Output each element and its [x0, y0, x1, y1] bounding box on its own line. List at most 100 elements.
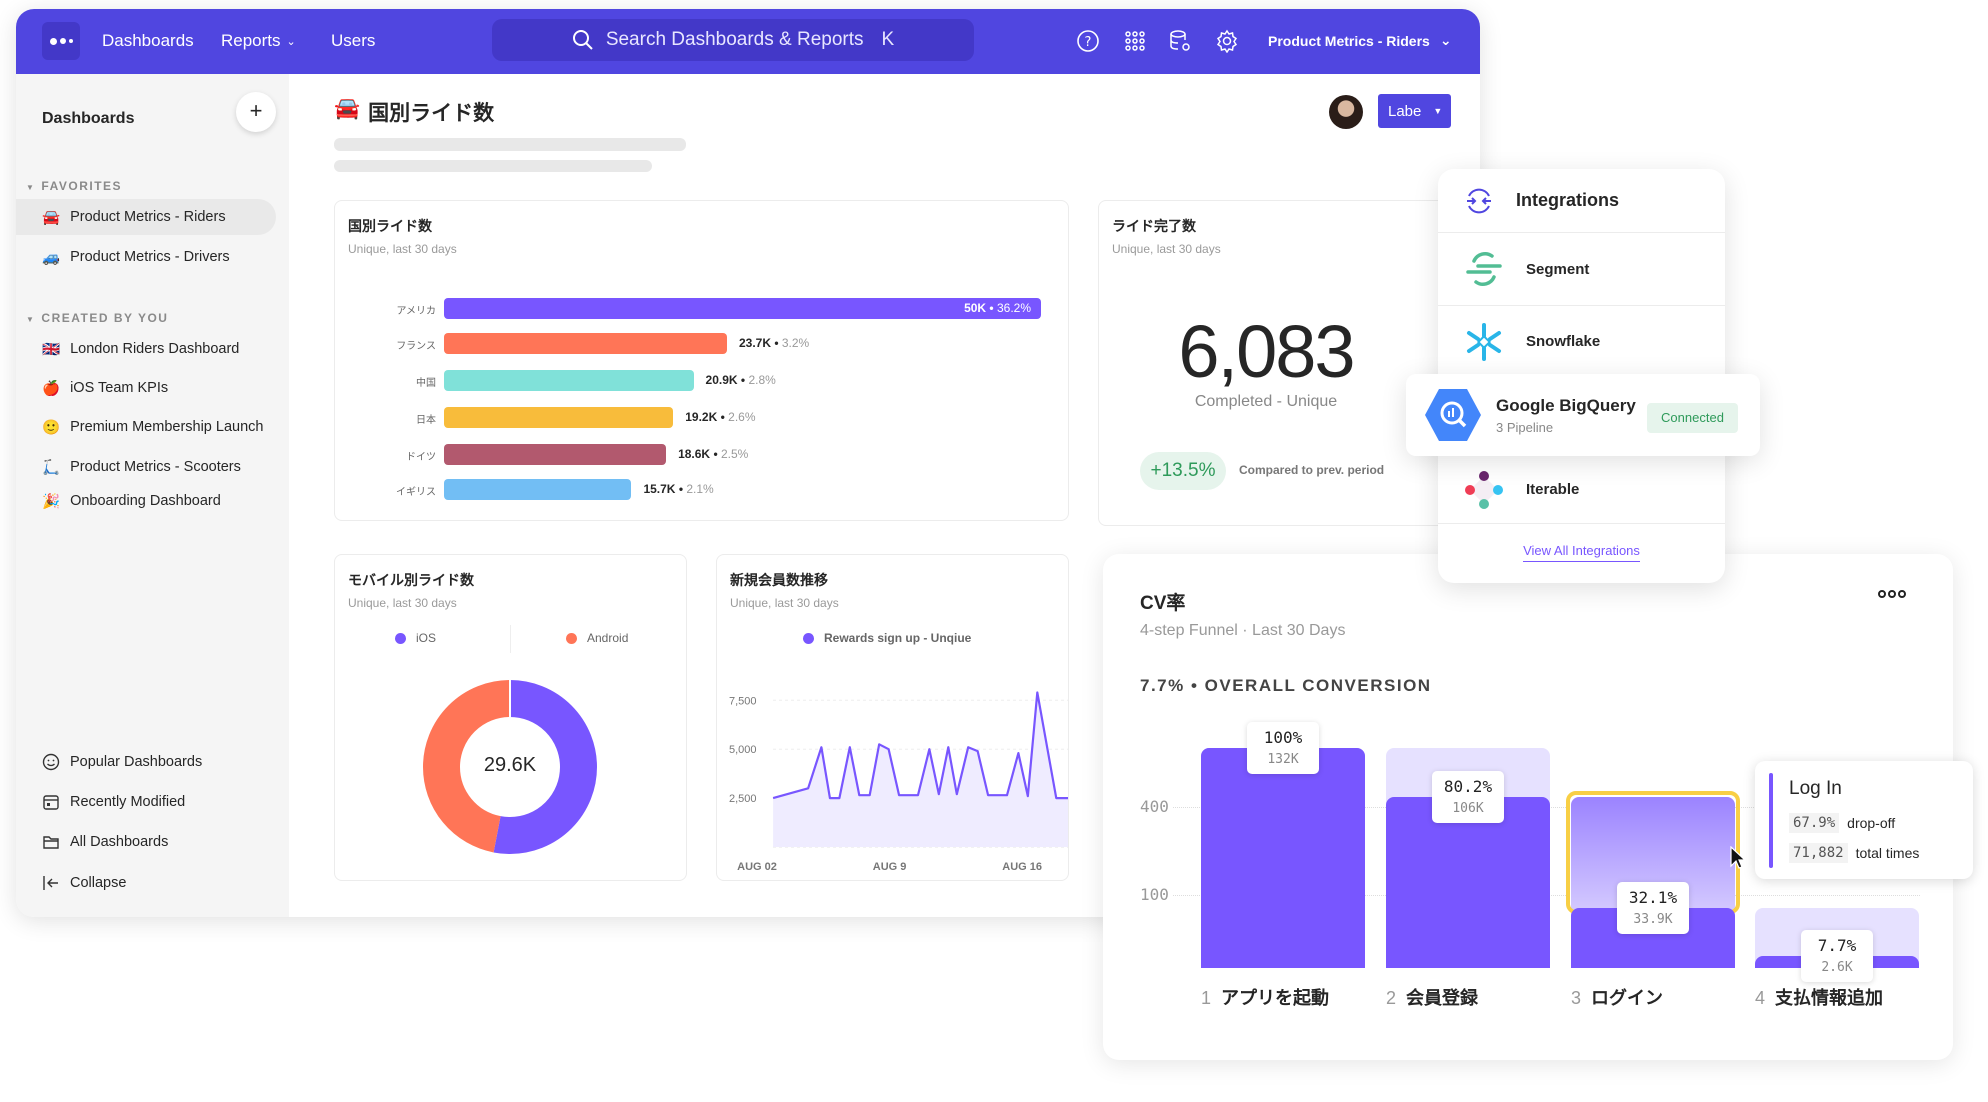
integration-name: Iterable — [1526, 481, 1580, 498]
new-members-card: 新規会員数推移 Unique, last 30 days Rewards sig… — [716, 554, 1069, 881]
kpi-caption: Completed - Unique — [1194, 393, 1338, 410]
bar-value: 50K — [964, 301, 987, 315]
project-name: Product Metrics - Riders — [1268, 32, 1430, 49]
gear-icon[interactable] — [1215, 29, 1239, 53]
integration-name: Snowflake — [1526, 333, 1601, 350]
sidebar-item-label: Premium Membership Launch — [70, 419, 264, 435]
sidebar-item-label: Product Metrics - Scooters — [70, 459, 241, 475]
step-count: 33.9K — [1633, 912, 1673, 928]
step-count: 132K — [1267, 752, 1299, 767]
sidebar-item-drivers[interactable]: 🚙 Product Metrics - Drivers — [16, 239, 276, 275]
nav-users[interactable]: Users — [331, 31, 375, 51]
label-dropdown-button[interactable]: Labe ▼ — [1378, 94, 1451, 128]
step-label: 会員登録 — [1406, 988, 1479, 1008]
scooter-icon: 🛴 — [42, 459, 61, 476]
top-nav-bar: Dashboards Reports ⌄ Users Search Dashboa… — [16, 9, 1480, 74]
sidebar-item-onboarding[interactable]: 🎉 Onboarding Dashboard — [16, 483, 276, 519]
dropoff-value: 67.9% — [1789, 813, 1840, 833]
bar-4 — [444, 444, 667, 465]
step-percent: 100% — [1263, 728, 1303, 747]
overall-conversion: 7.7% • OVERALL CONVERSION — [1140, 676, 1432, 695]
svg-text:?: ? — [1085, 35, 1092, 50]
sidebar-item-label: London Riders Dashboard — [70, 341, 240, 357]
avatar[interactable] — [1329, 95, 1363, 129]
sidebar-item-premium[interactable]: 🙂 Premium Membership Launch — [16, 409, 276, 445]
more-options-icon[interactable] — [1878, 590, 1906, 598]
sidebar-recent[interactable]: Recently Modified — [16, 784, 276, 820]
completed-rides-card: ライド完了数 Unique, last 30 days 6,083 Comple… — [1098, 200, 1458, 526]
integration-iterable[interactable]: Iterable — [1438, 456, 1725, 524]
created-section-header[interactable]: ▼ CREATED BY YOU — [26, 311, 168, 325]
integration-snowflake[interactable]: Snowflake — [1438, 306, 1725, 378]
car-icon: 🚘 — [42, 209, 61, 226]
nav-reports[interactable]: Reports ⌄ — [221, 31, 296, 51]
collapse-arrow-icon — [43, 876, 58, 890]
help-icon[interactable]: ? — [1076, 29, 1100, 53]
search-input[interactable]: Search Dashboards & Reports K — [492, 19, 974, 61]
sidebar-item-label: Popular Dashboards — [70, 754, 203, 770]
bar-percent: 2.1% — [686, 482, 714, 496]
mouse-cursor-icon — [1730, 846, 1746, 869]
sidebar-item-label: Product Metrics - Drivers — [70, 249, 230, 265]
sidebar-item-riders[interactable]: 🚘 Product Metrics - Riders — [16, 199, 276, 235]
step-number: 2 — [1386, 988, 1397, 1008]
total-value: 71,882 — [1789, 843, 1848, 863]
sidebar-item-label: iOS Team KPIs — [70, 380, 169, 396]
integration-bigquery[interactable]: Google BigQuery 3 Pipeline Connected — [1406, 374, 1760, 456]
x-tick-label: AUG 16 — [1002, 861, 1042, 873]
integration-segment[interactable]: Segment — [1438, 233, 1725, 306]
sidebar-item-label: All Dashboards — [70, 834, 169, 850]
party-popper-icon: 🎉 — [42, 493, 61, 510]
sidebar-collapse[interactable]: Collapse — [16, 865, 276, 901]
add-dashboard-button[interactable]: + — [236, 92, 276, 132]
funnel-step-label: 7.7% 2.6K — [1801, 930, 1873, 983]
sidebar-item-label: Onboarding Dashboard — [70, 493, 221, 509]
caret-down-icon: ▼ — [1433, 106, 1443, 116]
bar-2 — [444, 370, 694, 391]
bar-percent: 2.6% — [728, 410, 756, 424]
project-selector[interactable]: Product Metrics - Riders ⌄ — [1268, 32, 1452, 49]
funnel-bar-1[interactable] — [1201, 748, 1365, 968]
view-all-integrations-link[interactable]: View All Integrations — [1438, 542, 1725, 562]
total-label: total times — [1855, 845, 1920, 861]
bar-3 — [444, 407, 674, 428]
apps-grid-icon[interactable] — [1123, 29, 1147, 53]
nav-label: Reports — [221, 31, 281, 50]
step-percent: 32.1% — [1628, 888, 1678, 908]
sidebar-popular[interactable]: Popular Dashboards — [16, 744, 276, 780]
smiley-icon: 🙂 — [42, 419, 61, 436]
funnel-step-label: 100% 132K — [1247, 722, 1319, 774]
bar-value-label: 50K • 36.2% — [964, 301, 1031, 315]
step-label: アプリを起動 — [1221, 988, 1330, 1008]
bar-category-label: イギリス — [396, 487, 436, 498]
nav-label: Users — [331, 31, 376, 50]
chevron-down-icon: ⌄ — [286, 35, 296, 48]
step-number: 4 — [1755, 988, 1766, 1008]
bar-value-label: 20.9K • 2.8% — [705, 373, 776, 387]
step-count: 106K — [1452, 801, 1484, 817]
calendar-icon — [43, 795, 59, 810]
segment-logo-icon — [1466, 252, 1502, 286]
tooltip-accent — [1769, 773, 1773, 868]
logo-icon[interactable] — [42, 22, 80, 60]
bar-value: 20.9K — [705, 373, 738, 387]
card-title: CV率 — [1140, 593, 1186, 614]
dropoff-label: drop-off — [1847, 815, 1896, 831]
nav-dashboards[interactable]: Dashboards — [102, 31, 194, 51]
integration-name: Google BigQuery — [1496, 396, 1636, 415]
step-percent: 7.7% — [1817, 936, 1857, 956]
sidebar-item-ios[interactable]: 🍎 iOS Team KPIs — [16, 370, 276, 406]
sidebar-all[interactable]: All Dashboards — [16, 824, 276, 860]
favorites-section-header[interactable]: ▼ FAVORITES — [26, 179, 122, 193]
skeleton-line — [334, 138, 686, 151]
sidebar-item-london[interactable]: 🇬🇧 London Riders Dashboard — [16, 331, 276, 367]
sidebar-item-scooters[interactable]: 🛴 Product Metrics - Scooters — [16, 449, 276, 485]
button-label: Labe — [1388, 102, 1422, 120]
funnel-step-label: 80.2% 106K — [1432, 771, 1504, 824]
database-settings-icon[interactable] — [1168, 29, 1192, 53]
bar-value: 23.7K — [738, 336, 771, 350]
y-tick-label: 7,500 — [729, 695, 757, 707]
bar-category-label: 日本 — [416, 415, 436, 426]
line-chart: 7,500 5,000 2,500 AUG 02 AUG 9 AUG 16 — [729, 691, 1068, 873]
integrations-title: Integrations — [1516, 190, 1620, 210]
